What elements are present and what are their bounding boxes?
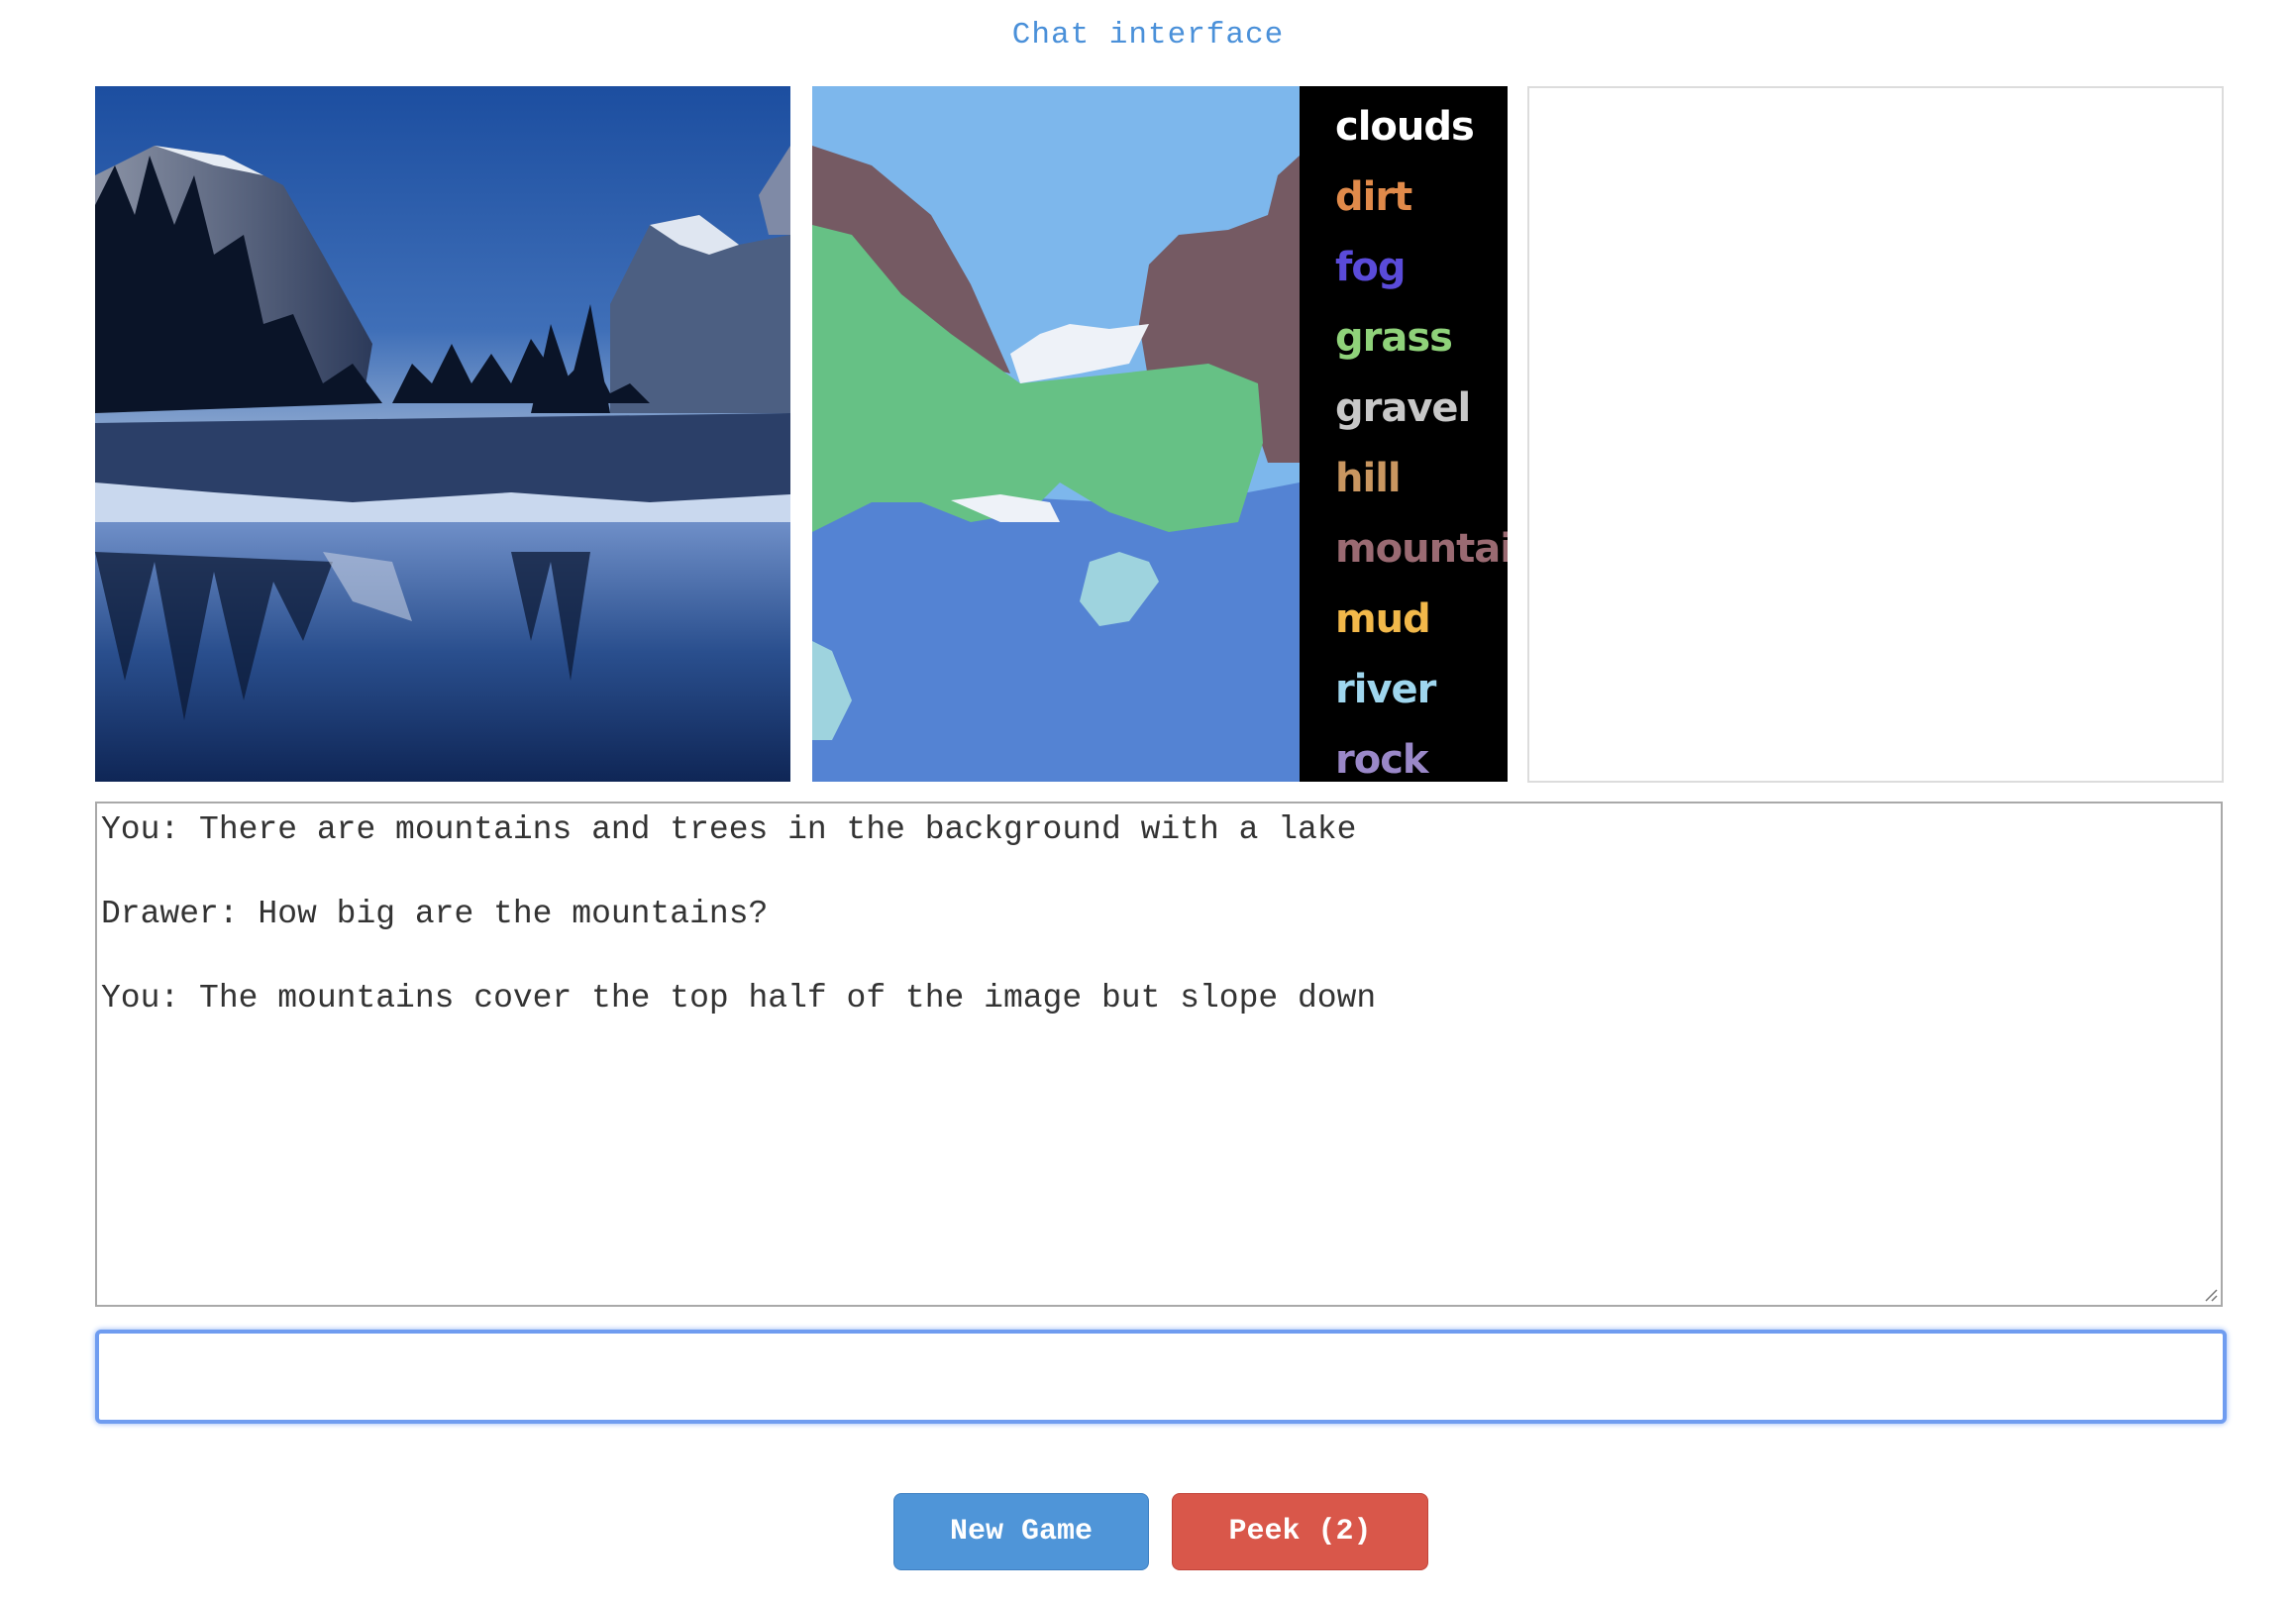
message-input[interactable] — [95, 1330, 2227, 1424]
new-game-button[interactable]: New Game — [893, 1493, 1149, 1570]
chat-message: You: There are mountains and trees in th… — [101, 811, 1357, 848]
chat-message: Drawer: How big are the mountains? — [101, 896, 769, 932]
target-photo — [95, 86, 790, 782]
segmentation-map: clouds dirt fog grass gravel hill mountain mud r… — [812, 86, 1508, 782]
legend-item-grass: grass — [1335, 315, 1453, 361]
segmentation-legend: clouds dirt fog grass gravel hill mountain mud r… — [1300, 86, 1508, 782]
page-title: Chat interface — [1011, 18, 1285, 53]
legend-item-gravel: gravel — [1335, 385, 1471, 431]
legend-item-mountain: mountain — [1335, 526, 1508, 572]
legend-item-clouds: clouds — [1335, 104, 1475, 150]
drawing-canvas[interactable] — [1527, 86, 2224, 783]
resize-grip-icon[interactable] — [2202, 1286, 2218, 1302]
legend-item-dirt: dirt — [1335, 174, 1412, 220]
legend-item-fog: fog — [1335, 245, 1407, 290]
legend-item-river: river — [1335, 667, 1436, 712]
peek-button[interactable]: Peek (2) — [1172, 1493, 1428, 1570]
chat-message: You: The mountains cover the top half of… — [101, 980, 1377, 1017]
legend-item-mud: mud — [1335, 596, 1431, 642]
legend-item-hill: hill — [1335, 456, 1402, 501]
chat-log[interactable]: You: There are mountains and trees in th… — [95, 802, 2223, 1307]
legend-item-rock: rock — [1335, 737, 1429, 782]
